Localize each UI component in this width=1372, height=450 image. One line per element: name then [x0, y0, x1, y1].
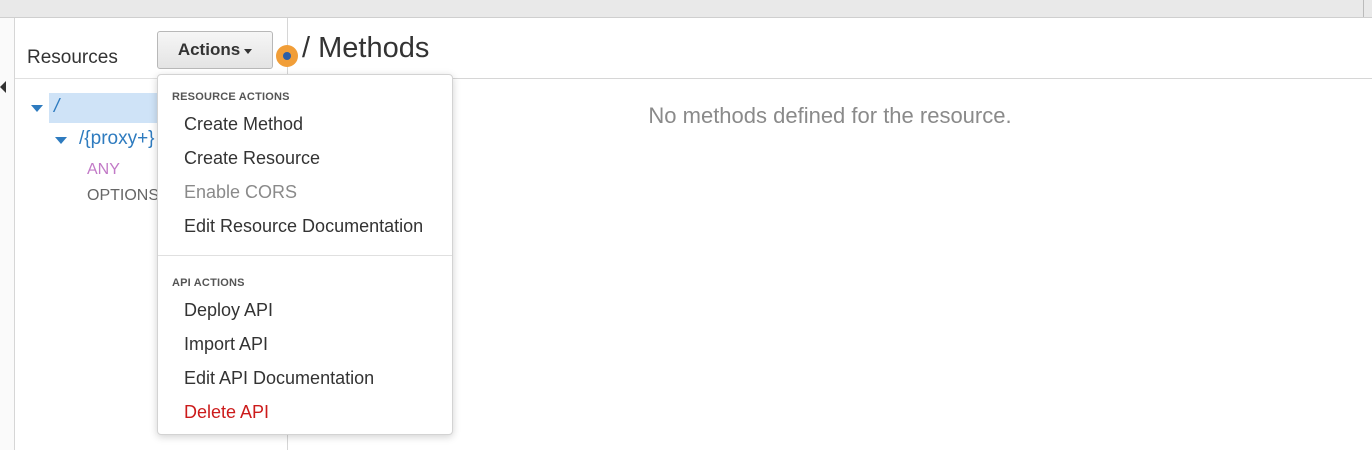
menu-item-edit-api-documentation[interactable]: Edit API Documentation	[184, 368, 374, 389]
menu-item-delete-api[interactable]: Delete API	[184, 402, 269, 423]
left-nav-collapsed[interactable]	[0, 18, 15, 450]
menu-item-edit-resource-documentation[interactable]: Edit Resource Documentation	[184, 216, 423, 237]
section-label-resource-actions: RESOURCE ACTIONS	[172, 91, 290, 103]
tree-item-proxy[interactable]: /{proxy+}	[79, 128, 155, 150]
expand-down-icon[interactable]	[55, 137, 67, 144]
menu-item-create-resource[interactable]: Create Resource	[184, 148, 320, 169]
help-dot-icon[interactable]	[276, 45, 298, 67]
tree-method-options[interactable]: OPTIONS	[87, 187, 159, 205]
tree-item-root[interactable]: /	[54, 96, 59, 118]
collapse-left-icon[interactable]	[0, 81, 6, 93]
menu-divider	[158, 255, 452, 256]
menu-item-import-api[interactable]: Import API	[184, 334, 268, 355]
actions-button[interactable]: Actions	[157, 31, 273, 69]
page-title: / Methods	[302, 32, 430, 64]
menu-item-deploy-api[interactable]: Deploy API	[184, 300, 273, 321]
menu-item-create-method[interactable]: Create Method	[184, 114, 303, 135]
expand-down-icon[interactable]	[31, 105, 43, 112]
section-label-api-actions: API ACTIONS	[172, 277, 245, 289]
menu-item-enable-cors[interactable]: Enable CORS	[184, 182, 297, 203]
resources-title: Resources	[27, 47, 118, 68]
toolbar-edge	[1363, 0, 1364, 17]
top-toolbar-strip	[0, 0, 1372, 18]
actions-dropdown-menu: RESOURCE ACTIONS Create Method Create Re…	[157, 74, 453, 435]
actions-button-label: Actions	[177, 40, 241, 59]
caret-down-icon	[244, 48, 253, 54]
help-dot-center	[283, 52, 291, 60]
empty-message: No methods defined for the resource.	[648, 103, 1012, 128]
tree-method-any[interactable]: ANY	[87, 161, 120, 179]
